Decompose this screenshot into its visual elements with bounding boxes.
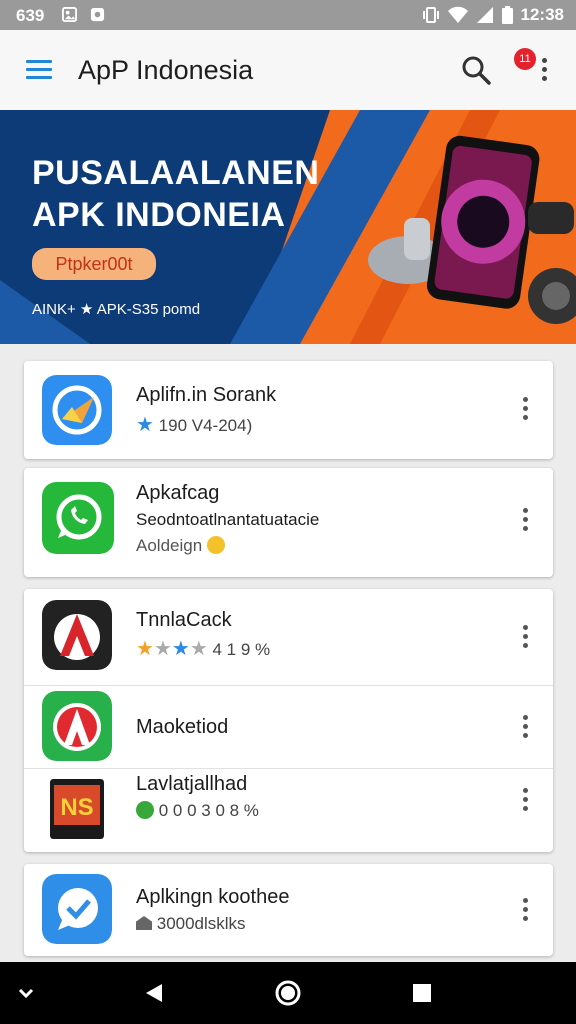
menu-icon[interactable]	[26, 60, 52, 80]
app-name[interactable]: Apkafcag	[136, 482, 219, 505]
list-item[interactable]: TnnlaCack ★★★★ 4 1 9 %	[24, 589, 553, 685]
list-item[interactable]: Apkafcag Seodntoatlnantatuatacie Aoldeig…	[24, 468, 553, 577]
list-item[interactable]: Aplkingn koothee 3000dlsklks	[24, 864, 553, 956]
app-version: 190 V4-204)	[158, 416, 253, 435]
more-icon[interactable]	[521, 788, 529, 816]
status-bar: 639 12:38	[0, 0, 576, 30]
red-a-app-icon	[42, 691, 112, 761]
banner-headline-line1: PUSALAALANEN	[32, 154, 320, 192]
app-meta: 3000dlsklks	[136, 914, 246, 934]
app-name[interactable]: TnnlaCack	[136, 609, 232, 632]
more-icon[interactable]	[521, 898, 529, 926]
app-bar: ApP Indonesia 11	[0, 30, 576, 110]
app-name[interactable]: Aplkingn koothee	[136, 886, 289, 909]
star-icon: ★	[171, 638, 190, 660]
more-icon[interactable]	[521, 508, 529, 536]
status-time: 639	[16, 6, 45, 25]
green-badge-icon	[136, 801, 154, 819]
ns-game-icon: NS	[50, 779, 104, 839]
coin-icon	[206, 536, 225, 554]
signal-icon	[476, 7, 493, 23]
page-title: ApP Indonesia	[78, 55, 254, 85]
star-icon: ★	[136, 638, 154, 660]
search-icon[interactable]	[460, 54, 492, 86]
back-icon[interactable]	[144, 982, 164, 1004]
rating-value: 4 1 9 %	[212, 640, 271, 659]
app-name[interactable]: Aplifn.in Sorank	[136, 384, 276, 407]
home-icon[interactable]	[274, 979, 302, 1007]
banner-button[interactable]: Ptpker00t	[32, 248, 156, 280]
system-nav-bar	[0, 962, 576, 1024]
app-meta: ★ 190 V4-204)	[136, 412, 252, 437]
more-icon[interactable]	[521, 625, 529, 653]
more-icon[interactable]	[521, 715, 529, 743]
app-name[interactable]: Maoketiod	[136, 716, 228, 739]
banner-headline-line2: APK INDONEIA	[32, 196, 286, 234]
list-item[interactable]: NS Lavlatjallhad 0 0 0 3 0 8 %	[24, 769, 553, 852]
app-card[interactable]: Aplifn.in Sorank ★ 190 V4-204)	[24, 361, 553, 459]
app-name[interactable]: Lavlatjallhad	[136, 773, 247, 796]
list-item[interactable]: Maoketiod	[24, 686, 553, 768]
status-right-group: 12:38	[422, 5, 564, 25]
app-developer: Aoldeign	[136, 536, 203, 555]
app-rating: ★★★★ 4 1 9 %	[136, 636, 270, 661]
app-meta: Aoldeign	[136, 536, 225, 556]
app-meta: 0 0 0 3 0 8 %	[136, 801, 259, 821]
app-card[interactable]: TnnlaCack ★★★★ 4 1 9 % Maoketiod NS Lavl…	[24, 589, 553, 852]
banner-subtext: AINK+ ★ APK-S35 pomd	[32, 301, 201, 318]
blue-check-app-icon	[42, 874, 112, 944]
gallery-icon	[62, 7, 77, 22]
app-card[interactable]: Apkafcag Seodntoatlnantatuatacie Aoldeig…	[24, 468, 553, 577]
star-icon: ★	[136, 414, 154, 436]
chevron-down-icon[interactable]	[18, 988, 34, 1000]
banner-headline: PUSALAALANEN APK INDONEIA	[32, 152, 319, 236]
star-icon: ★	[189, 638, 208, 660]
notification-icon	[90, 7, 105, 22]
battery-icon	[501, 6, 513, 24]
status-clock: 12:38	[520, 5, 564, 24]
red-a-app-icon	[42, 600, 112, 670]
vibrate-icon	[422, 7, 439, 23]
app-downloads: 3000dlsklks	[156, 914, 246, 933]
promo-banner[interactable]: PUSALAALANEN APK INDONEIA Ptpker00t AINK…	[0, 110, 576, 344]
home-store-icon	[136, 916, 152, 930]
list-item[interactable]: Aplifn.in Sorank ★ 190 V4-204)	[24, 361, 553, 459]
recents-icon[interactable]	[412, 983, 432, 1003]
whatsapp-icon	[42, 482, 114, 554]
app-description: Seodntoatlnantatuatacie	[136, 510, 320, 529]
notification-badge[interactable]: 11	[514, 48, 536, 70]
compass-app-icon	[42, 375, 112, 445]
overflow-menu-icon[interactable]	[540, 58, 548, 86]
wifi-icon	[447, 6, 468, 23]
app-stat: 0 0 0 3 0 8 %	[158, 801, 259, 820]
app-card[interactable]: Aplkingn koothee 3000dlsklks	[24, 864, 553, 956]
svg-text:NS: NS	[60, 794, 93, 821]
star-icon: ★	[153, 638, 172, 660]
more-icon[interactable]	[521, 397, 529, 425]
